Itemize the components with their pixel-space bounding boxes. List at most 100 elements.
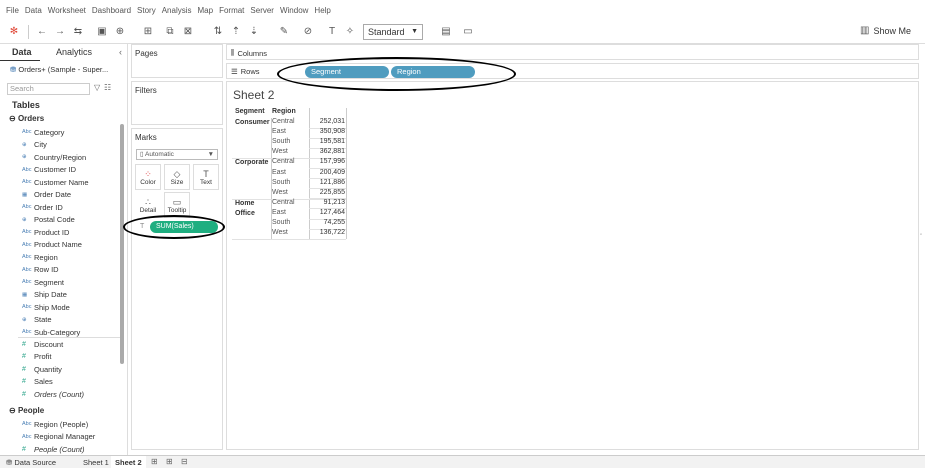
field-item[interactable]: Abc Row ID: [22, 264, 122, 276]
field-item[interactable]: Abc Order ID: [22, 201, 122, 213]
mark-type-select[interactable]: ▯ Automatic ▼: [136, 149, 218, 160]
redo-icon[interactable]: →: [54, 25, 66, 37]
field-label: Row ID: [34, 265, 59, 274]
tableau-logo-icon[interactable]: ✻: [8, 25, 20, 37]
field-item[interactable]: Abc Ship Mode: [22, 301, 122, 313]
menu-format[interactable]: Format: [219, 6, 244, 15]
field-item[interactable]: Abc Customer Name: [22, 176, 122, 188]
tab-analytics[interactable]: Analytics: [56, 47, 92, 57]
undo-icon[interactable]: ←: [36, 25, 48, 37]
swap-icon[interactable]: ⇅: [212, 25, 224, 37]
datasource-item[interactable]: ⛃ Orders+ (Sample - Super...: [10, 65, 108, 74]
field-item[interactable]: # Profit: [22, 351, 122, 363]
menu-analysis[interactable]: Analysis: [162, 6, 192, 15]
label-icon[interactable]: T: [326, 25, 338, 37]
fit-select[interactable]: Standard ▼: [363, 24, 423, 40]
text-button[interactable]: T Text: [193, 164, 219, 190]
calendar-icon: ▦: [22, 291, 28, 298]
field-item[interactable]: ⊕ State: [22, 314, 122, 326]
measure-icon: #: [22, 445, 26, 453]
field-item[interactable]: # Sales: [22, 376, 122, 388]
string-icon: Abc: [22, 433, 32, 440]
new-story-icon[interactable]: ⊟: [181, 457, 188, 466]
pages-card[interactable]: Pages: [131, 44, 223, 78]
color-button[interactable]: ⁘ Color: [135, 164, 161, 190]
field-item[interactable]: # Discount: [22, 338, 122, 350]
field-item[interactable]: Abc Regional Manager: [22, 431, 122, 443]
menu-window[interactable]: Window: [280, 6, 308, 15]
field-item[interactable]: # Quantity: [22, 363, 122, 375]
people-group[interactable]: ⊖ People: [9, 406, 44, 415]
menu-dashboard[interactable]: Dashboard: [92, 6, 131, 15]
show-cards-icon[interactable]: ▤: [440, 25, 452, 37]
field-label: Country/Region: [34, 152, 87, 162]
clear-sheet-icon[interactable]: ⊠: [182, 25, 194, 37]
field-item[interactable]: ⊕ Country/Region: [22, 151, 122, 163]
collapse-pane-icon[interactable]: ‹: [119, 47, 122, 57]
replay-icon[interactable]: ⇆: [72, 25, 84, 37]
field-label: City: [34, 140, 47, 149]
field-item[interactable]: Abc Region: [22, 251, 122, 263]
sort-ascending-icon[interactable]: ⇡: [230, 25, 242, 37]
menu-map[interactable]: Map: [198, 6, 214, 15]
globe-icon: ⊕: [22, 141, 27, 148]
tab-data-source[interactable]: ⛃ Data Source: [2, 456, 60, 468]
region-cell: Central: [272, 158, 295, 166]
filter-icon[interactable]: ▽: [94, 83, 100, 92]
filters-card[interactable]: Filters: [131, 81, 223, 125]
region-cell: South: [272, 219, 291, 226]
field-item[interactable]: Abc Region (People): [22, 418, 122, 430]
menu-story[interactable]: Story: [137, 6, 156, 15]
field-label: People (Count): [34, 444, 85, 454]
tab-data[interactable]: Data: [12, 47, 32, 57]
menu-bar: File Data Worksheet Dashboard Story Analysis M…: [0, 0, 925, 20]
columns-shelf[interactable]: ⫼ Columns: [226, 44, 919, 60]
tab-sheet-1[interactable]: Sheet 1: [79, 456, 113, 468]
tab-sheet-2[interactable]: Sheet 2: [111, 456, 146, 468]
region-cell: East: [272, 208, 287, 216]
new-worksheet-icon[interactable]: ⊞: [142, 25, 154, 37]
presentation-icon[interactable]: ▭: [462, 25, 474, 37]
size-button[interactable]: ◇ Size: [164, 164, 190, 190]
value-cell: 350,908: [319, 128, 345, 136]
detail-button[interactable]: ∴ Detail: [135, 192, 161, 218]
menu-file[interactable]: File: [6, 6, 19, 15]
menu-data[interactable]: Data: [25, 6, 42, 15]
pin-icon[interactable]: ✧: [344, 25, 356, 37]
sort-descending-icon[interactable]: ⇣: [248, 25, 260, 37]
menu-help[interactable]: Help: [314, 6, 330, 15]
field-item[interactable]: Abc Segment: [22, 276, 122, 288]
field-item[interactable]: Abc Customer ID: [22, 164, 122, 176]
resize-handle-icon[interactable]: ◦: [920, 232, 922, 238]
new-datasource-icon[interactable]: ⊕: [114, 25, 126, 37]
highlight-icon[interactable]: ✎: [278, 25, 290, 37]
menu-worksheet[interactable]: Worksheet: [48, 6, 86, 15]
orders-group[interactable]: ⊖ Orders: [9, 114, 44, 123]
duplicate-sheet-icon[interactable]: ⧉: [164, 25, 176, 37]
field-label: Customer Name: [34, 177, 89, 187]
columns-label-text: Columns: [237, 48, 268, 58]
globe-icon: ⊕: [22, 154, 27, 160]
group-icon[interactable]: ⊘: [302, 25, 314, 37]
field-item[interactable]: # People (Count): [22, 443, 122, 455]
field-item[interactable]: Abc Product Name: [22, 239, 122, 251]
field-item[interactable]: Abc Product ID: [22, 226, 122, 238]
header-segment: Segment: [235, 108, 265, 115]
field-item[interactable]: Abc Category: [22, 126, 122, 138]
show-me-button[interactable]: ▥ Show Me: [860, 25, 911, 36]
region-cell: West: [272, 148, 288, 156]
new-dashboard-icon[interactable]: ⊞: [166, 457, 173, 466]
annotation-ellipse-sum-sales: [123, 215, 225, 239]
field-item[interactable]: ▦ Order Date: [22, 189, 122, 201]
search-input[interactable]: Search: [7, 83, 90, 95]
field-item[interactable]: # Orders (Count): [22, 388, 122, 400]
value-cell: 127,464: [319, 208, 345, 216]
new-worksheet-icon[interactable]: ⊞: [151, 457, 158, 466]
view-options-icon[interactable]: ☷: [104, 83, 111, 92]
save-icon[interactable]: ▣: [96, 25, 108, 37]
field-item[interactable]: ⊕ City: [22, 139, 122, 151]
field-item[interactable]: ⊕ Postal Code: [22, 214, 122, 226]
menu-server[interactable]: Server: [250, 6, 274, 15]
field-item[interactable]: ▦ Ship Date: [22, 289, 122, 301]
data-pane-scrollbar[interactable]: [120, 124, 124, 364]
